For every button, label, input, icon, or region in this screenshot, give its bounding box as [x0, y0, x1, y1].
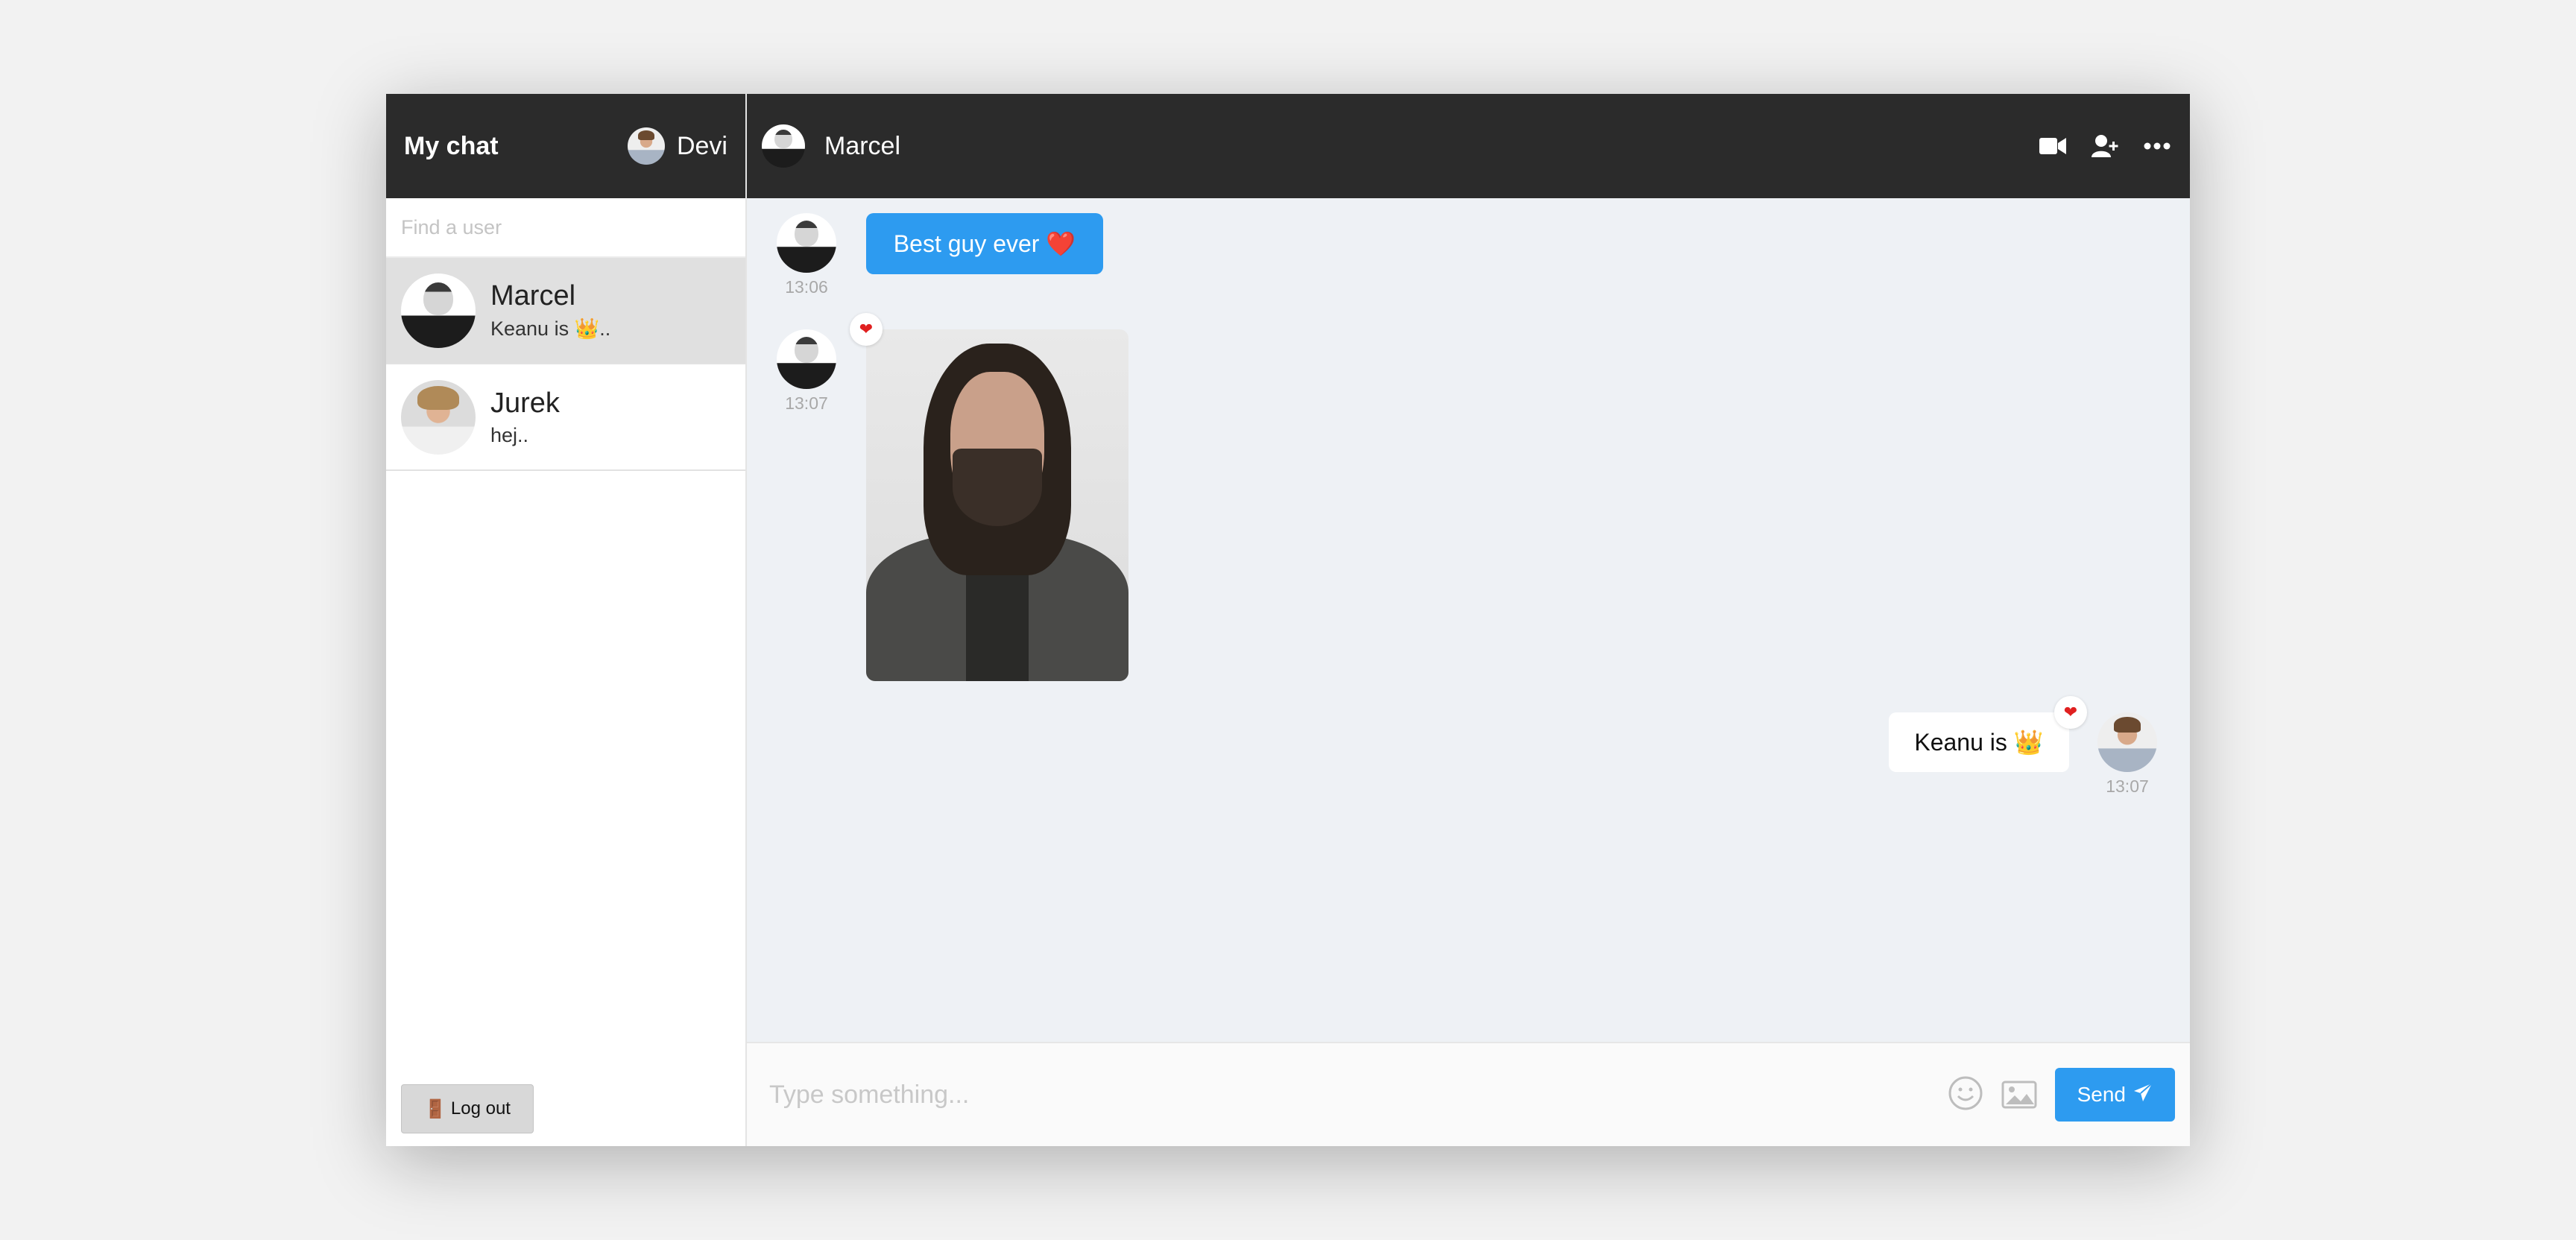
current-user[interactable]: Devi	[627, 127, 727, 165]
user-list: Marcel Keanu is 👑.. Jurek hej..	[386, 258, 745, 1072]
sidebar-header: My chat Devi	[386, 94, 745, 198]
emoji-icon[interactable]	[1948, 1075, 1983, 1115]
user-last-message: hej..	[490, 423, 529, 446]
chat-panel: Marcel 13:06 Best guy ever ❤️ 13:07 ❤ Ke…	[747, 94, 2190, 1146]
current-user-avatar	[627, 127, 665, 165]
chat-header-actions	[2039, 134, 2175, 158]
user-info: Marcel Keanu is 👑..	[490, 280, 610, 341]
user-search	[386, 198, 745, 258]
heart-reaction-icon[interactable]: ❤	[850, 313, 883, 346]
user-last-message: Keanu is 👑..	[490, 317, 611, 340]
sidebar-footer: 🚪 Log out	[386, 1072, 745, 1146]
avatar	[777, 329, 836, 389]
message-text: Keanu is 👑	[1914, 729, 2044, 756]
video-camera-icon[interactable]	[2039, 136, 2066, 156]
message-sender-meta: 13:07	[777, 329, 836, 414]
chat-partner-name: Marcel	[824, 131, 901, 160]
message-time: 13:07	[785, 393, 828, 413]
message-text: Best guy ever ❤️	[893, 230, 1076, 257]
more-options-icon[interactable]	[2144, 142, 2171, 150]
chat-app-window: My chat Devi Marcel Keanu is 👑.. Jurek	[386, 94, 2190, 1146]
app-title: My chat	[404, 131, 499, 160]
incoming-message-bubble[interactable]: Best guy ever ❤️	[866, 213, 1103, 274]
user-info: Jurek hej..	[490, 388, 560, 447]
paper-plane-icon	[2133, 1082, 2153, 1107]
message-list: 13:06 Best guy ever ❤️ 13:07 ❤ Keanu is …	[747, 198, 2190, 1042]
outgoing-message-bubble[interactable]: Keanu is 👑	[1889, 712, 2069, 772]
add-user-icon[interactable]	[2092, 134, 2118, 158]
message-sender-meta: 13:07	[2097, 712, 2157, 797]
user-list-item-marcel[interactable]: Marcel Keanu is 👑..	[386, 258, 745, 364]
image-upload-icon[interactable]	[2001, 1078, 2037, 1113]
send-label: Send	[2077, 1083, 2126, 1106]
current-user-name: Devi	[676, 131, 727, 160]
avatar	[401, 273, 476, 348]
user-list-item-jurek[interactable]: Jurek hej..	[386, 364, 745, 471]
user-name: Jurek	[490, 387, 560, 419]
send-button[interactable]: Send	[2054, 1068, 2175, 1122]
chat-partner[interactable]: Marcel	[762, 124, 900, 168]
chat-partner-avatar	[762, 124, 805, 168]
door-icon: 🚪	[424, 1098, 446, 1119]
user-name: Marcel	[490, 280, 576, 311]
shared-photo[interactable]	[866, 329, 1128, 681]
avatar	[401, 379, 476, 455]
user-search-input[interactable]	[401, 215, 730, 239]
message-input[interactable]	[769, 1080, 1930, 1110]
avatar	[2097, 712, 2157, 772]
message-composer: Send	[747, 1042, 2190, 1146]
chat-header: Marcel	[747, 94, 2190, 198]
logout-button[interactable]: 🚪 Log out	[401, 1084, 534, 1133]
sidebar: My chat Devi Marcel Keanu is 👑.. Jurek	[386, 94, 747, 1146]
heart-reaction-icon[interactable]: ❤	[2054, 696, 2087, 729]
message-sender-meta: 13:06	[777, 213, 836, 297]
message-time: 13:07	[2106, 776, 2149, 796]
message-time: 13:06	[785, 277, 828, 297]
avatar	[777, 213, 836, 273]
logout-label: Log out	[450, 1098, 511, 1119]
